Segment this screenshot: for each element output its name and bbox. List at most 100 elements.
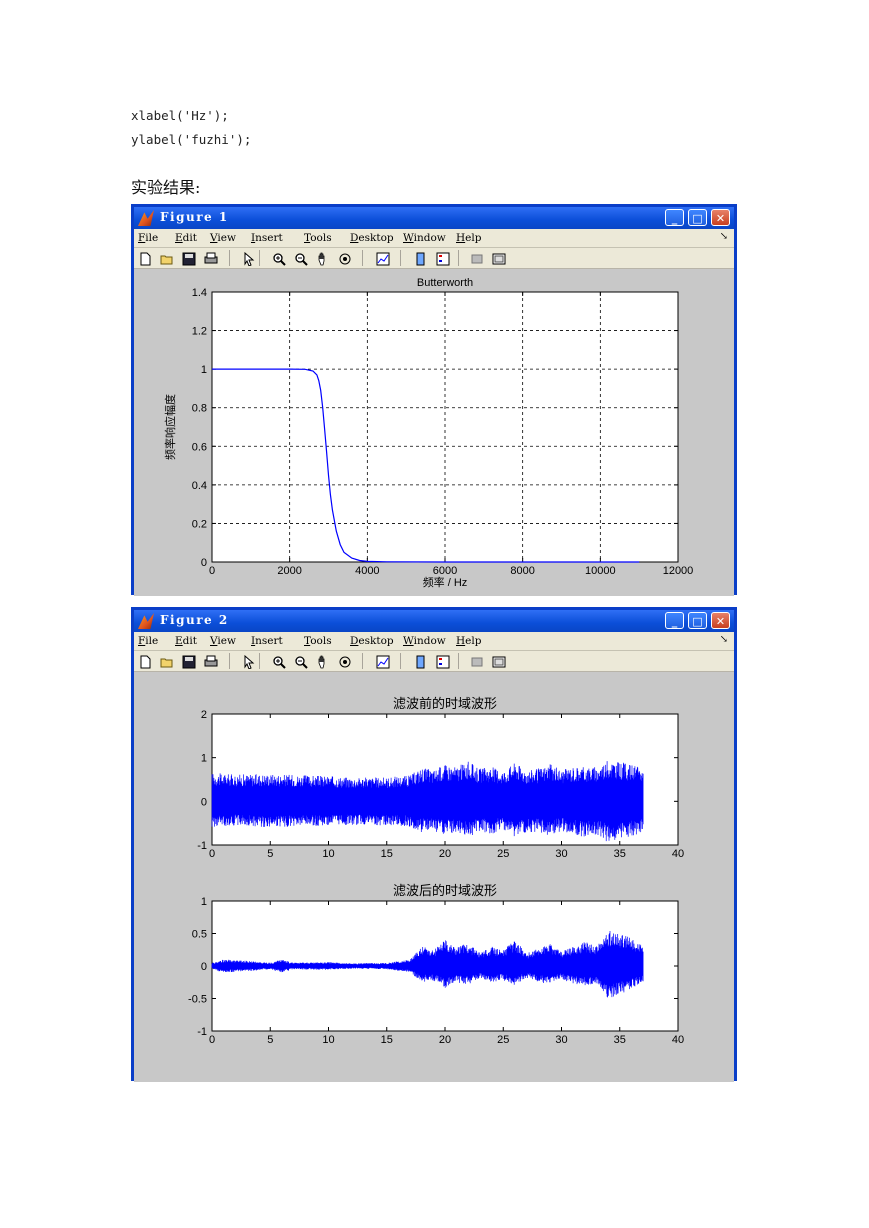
menu-view[interactable]: View: [210, 635, 236, 647]
save-icon[interactable]: [182, 251, 196, 266]
show-plot-tools-icon[interactable]: [492, 251, 506, 265]
x-axis-label: 频率 / Hz: [423, 575, 468, 589]
menu-file[interactable]: File: [138, 635, 158, 647]
print-icon[interactable]: [204, 251, 218, 265]
toolbar-separator: [259, 250, 260, 266]
x-tick-label: 2000: [277, 565, 301, 577]
y-tick-label: 0: [201, 796, 207, 808]
y-tick-label: 0: [201, 961, 207, 973]
legend-icon[interactable]: [436, 654, 450, 669]
zoom-out-icon[interactable]: [294, 654, 308, 669]
dock-figure-icon[interactable]: ↘: [720, 231, 728, 242]
hide-plot-tools-icon[interactable]: [470, 654, 484, 668]
toolbar-separator: [362, 250, 363, 266]
x-tick-label: 8000: [510, 565, 534, 577]
title-bar[interactable]: Figure 1 _ □ ✕: [134, 207, 734, 229]
chart-title: 滤波后的时域波形: [393, 883, 497, 898]
new-file-icon[interactable]: [138, 251, 152, 266]
time-domain-charts: 0 5 10 15 20 25 30 35 40-1012滤波前的时域波形0 5 10 15 20 25 3…: [188, 696, 684, 1046]
x-tick-label: 0: [209, 565, 215, 577]
plot-area: 0 2000 4000 6000 8000 10000 12000 0 0.2 0.4 0.6 0.8…: [134, 269, 734, 596]
minimize-button[interactable]: _: [665, 612, 684, 629]
window-title: Figure 2: [160, 613, 229, 627]
menu-bar: File Edit View Insert Tools Desktop Window Help…: [134, 229, 734, 248]
y-tick-label: -1: [197, 1026, 207, 1038]
menu-desktop[interactable]: Desktop: [350, 635, 394, 647]
close-button[interactable]: ✕: [711, 612, 730, 629]
x-tick-label: 25: [497, 848, 509, 860]
menu-window[interactable]: Window: [403, 232, 446, 244]
pan-hand-icon[interactable]: [316, 251, 330, 266]
hide-plot-tools-icon[interactable]: [470, 251, 484, 265]
menu-edit[interactable]: Edit: [175, 232, 197, 244]
toolbar-separator: [229, 653, 230, 669]
print-icon[interactable]: [204, 654, 218, 668]
zoom-in-icon[interactable]: [272, 251, 286, 266]
zoom-in-icon[interactable]: [272, 654, 286, 669]
matlab-logo-icon: [138, 613, 154, 629]
x-tick-label: 25: [497, 1034, 509, 1046]
zoom-out-icon[interactable]: [294, 251, 308, 266]
colorbar-icon[interactable]: [414, 654, 428, 669]
y-tick-label: 1.2: [192, 326, 207, 338]
y-tick-label: 1: [201, 896, 207, 908]
rotate-3d-icon[interactable]: [338, 251, 352, 265]
menu-insert[interactable]: Insert: [251, 635, 283, 647]
y-tick-label: 0.5: [192, 929, 207, 941]
menu-insert[interactable]: Insert: [251, 232, 283, 244]
code-line-ylabel: ylabel('fuzhi');: [131, 132, 252, 147]
data-cursor-icon[interactable]: [376, 251, 390, 266]
toolbar-separator: [400, 653, 401, 669]
open-folder-icon[interactable]: [160, 251, 174, 265]
save-icon[interactable]: [182, 654, 196, 669]
colorbar-icon[interactable]: [414, 251, 428, 266]
menu-help[interactable]: Help: [456, 635, 481, 647]
menu-edit[interactable]: Edit: [175, 635, 197, 647]
open-folder-icon[interactable]: [160, 654, 174, 668]
x-tick-label: 10: [322, 848, 334, 860]
matlab-logo-icon: [138, 210, 154, 226]
show-plot-tools-icon[interactable]: [492, 654, 506, 668]
minimize-button[interactable]: _: [665, 209, 684, 226]
y-tick-label: 0.8: [192, 403, 207, 415]
menu-tools[interactable]: Tools: [304, 232, 332, 244]
chart-title: Butterworth: [417, 277, 473, 289]
toolbar-separator: [400, 250, 401, 266]
chart-title: 滤波前的时域波形: [393, 696, 497, 711]
y-tick-label: 0.2: [192, 518, 207, 530]
legend-icon[interactable]: [436, 251, 450, 266]
window-title: Figure 1: [160, 210, 229, 224]
section-heading: 实验结果:: [131, 178, 201, 197]
menu-file[interactable]: File: [138, 232, 158, 244]
menu-window[interactable]: Window: [403, 635, 446, 647]
y-tick-label: -1: [197, 840, 207, 852]
data-cursor-icon[interactable]: [376, 654, 390, 669]
x-tick-label: 35: [614, 1034, 626, 1046]
figure-2-window: Figure 2 _ □ ✕ File Edit View Insert Tools De…: [131, 607, 737, 1082]
close-button[interactable]: ✕: [711, 209, 730, 226]
title-bar[interactable]: Figure 2 _ □ ✕: [134, 610, 734, 632]
butterworth-chart: 0 2000 4000 6000 8000 10000 12000 0 0.2 0.4 0.6 0.8…: [163, 277, 693, 589]
x-tick-label: 40: [672, 848, 684, 860]
toolbar-separator: [362, 653, 363, 669]
y-tick-label: 0: [201, 557, 207, 569]
maximize-button[interactable]: □: [688, 209, 707, 226]
menu-tools[interactable]: Tools: [304, 635, 332, 647]
x-tick-label: 40: [672, 1034, 684, 1046]
pan-hand-icon[interactable]: [316, 654, 330, 669]
y-tick-label: 1.4: [192, 287, 207, 299]
maximize-button[interactable]: □: [688, 612, 707, 629]
y-tick-label: -0.5: [188, 994, 207, 1006]
rotate-3d-icon[interactable]: [338, 654, 352, 668]
plot-area: 0 5 10 15 20 25 30 35 40 -1 0 1 2 滤波前的时域波形 0 5 10 15 20 25 3…: [134, 672, 734, 1082]
menu-help[interactable]: Help: [456, 232, 481, 244]
y-axis-label: 频率响应幅度: [163, 394, 177, 460]
arrow-cursor-icon[interactable]: [242, 654, 256, 670]
dock-figure-icon[interactable]: ↘: [720, 634, 728, 645]
arrow-cursor-icon[interactable]: [242, 251, 256, 267]
x-tick-label: 6000: [433, 565, 457, 577]
new-file-icon[interactable]: [138, 654, 152, 669]
menu-view[interactable]: View: [210, 232, 236, 244]
figure-1-window: Figure 1 _ □ ✕ File Edit View Insert Tools De…: [131, 204, 737, 596]
menu-desktop[interactable]: Desktop: [350, 232, 394, 244]
